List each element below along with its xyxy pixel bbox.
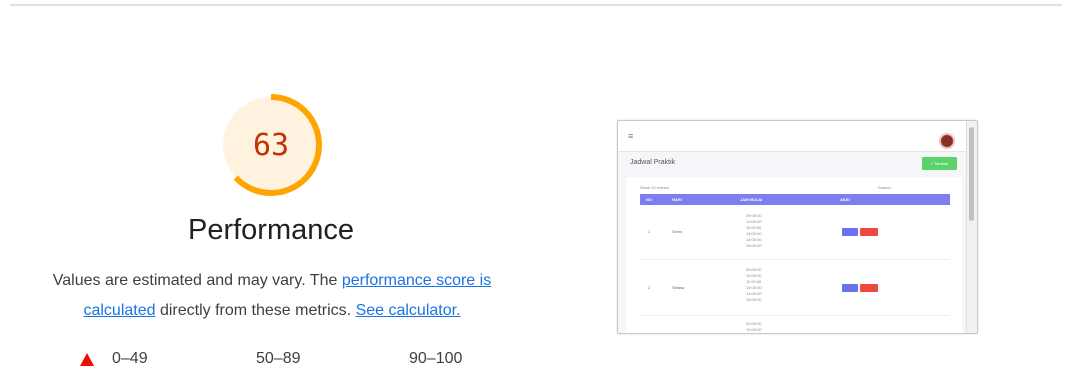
gauge-score: 63 xyxy=(252,127,290,163)
row-time: 15:00:00 xyxy=(746,297,762,302)
row-times: 09:00:00 10:00:00 11:00:00 13:00:00 14:0… xyxy=(746,267,762,303)
thumb-search-label: Search: xyxy=(878,185,892,190)
top-divider xyxy=(10,4,1062,6)
thumb-show-entries: Show 10 entries xyxy=(640,185,669,190)
legend-pass: 90–100 xyxy=(409,349,462,369)
table-row: 2 Selasa 09:00:00 10:00:00 11:00:00 13:0… xyxy=(640,261,950,316)
thumb-col-action: AKSI xyxy=(840,197,850,202)
avatar xyxy=(939,133,955,149)
row-times: 09:00:00 10:00:00 11:00:00 13:00:00 14:0… xyxy=(746,213,762,249)
legend-fail-range: 0–49 xyxy=(112,350,148,367)
thumb-col-time: JAM MULAI xyxy=(740,197,763,202)
final-screenshot-thumbnail[interactable]: ≡ Jadwal Praktik + Tambah Show 10 entrie… xyxy=(617,120,978,334)
row-day: Selasa xyxy=(672,285,685,290)
thumb-delete-button xyxy=(860,284,878,292)
thumb-edit-button xyxy=(842,228,858,236)
hamburger-icon: ≡ xyxy=(628,131,634,141)
legend-average-range: 50–89 xyxy=(256,350,301,367)
table-row: 1 Senin 09:00:00 10:00:00 11:00:00 13:00… xyxy=(640,207,950,260)
thumb-table-card: Show 10 entries Search: NO HARI JAM MULA… xyxy=(626,177,962,333)
thumb-delete-button xyxy=(860,228,878,236)
row-times: 09:00:00 10:00:00 xyxy=(746,321,762,333)
description-prefix: Values are estimated and may vary. The xyxy=(52,272,342,289)
thumb-col-day: HARI xyxy=(672,197,682,202)
thumb-add-button: + Tambah xyxy=(922,157,957,170)
row-no: 2 xyxy=(648,285,651,290)
thumb-header: ≡ xyxy=(618,121,966,152)
triangle-icon xyxy=(80,352,94,366)
description-middle: directly from these metrics. xyxy=(155,302,356,319)
thumb-edit-button xyxy=(842,284,858,292)
row-time: 15:00:00 xyxy=(746,243,762,248)
row-time: 10:00:00 xyxy=(746,327,762,332)
metrics-description: Values are estimated and may vary. The p… xyxy=(40,266,504,326)
legend-pass-range: 90–100 xyxy=(409,350,463,367)
gauge-title: Performance xyxy=(187,214,354,246)
thumb-table-header: NO HARI JAM MULAI AKSI xyxy=(640,194,950,205)
thumb-scrollbar-handle xyxy=(969,127,974,221)
legend-fail: 0–49 xyxy=(80,349,148,369)
see-calculator-link[interactable]: See calculator. xyxy=(356,302,461,319)
row-no: 1 xyxy=(648,229,651,234)
thumb-page-title: Jadwal Praktik xyxy=(630,159,676,166)
thumb-scrollbar xyxy=(966,121,977,333)
performance-gauge[interactable]: 63 xyxy=(218,92,324,198)
table-row: 09:00:00 10:00:00 xyxy=(640,317,950,333)
row-day: Senin xyxy=(672,229,683,234)
legend-average: 50–89 xyxy=(256,349,301,369)
thumb-col-no: NO xyxy=(646,197,652,202)
